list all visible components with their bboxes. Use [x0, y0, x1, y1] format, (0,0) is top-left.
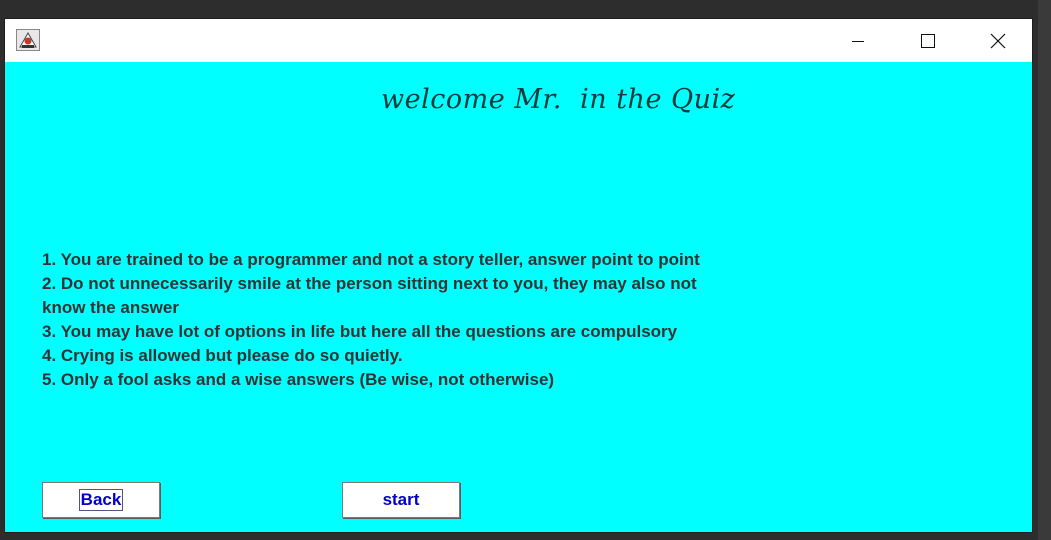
rule-item: 1. You are trained to be a programmer an…	[42, 250, 700, 269]
rule-item: 4. Crying is allowed but please do so qu…	[42, 346, 403, 365]
start-button[interactable]: start	[342, 482, 460, 518]
java-app-icon	[16, 29, 40, 51]
welcome-heading: welcome Mr. in the Quiz	[381, 84, 736, 115]
close-icon	[990, 33, 1006, 48]
rule-item: 3. You may have lot of options in life b…	[42, 322, 678, 341]
quiz-window: welcome Mr. in the Quiz 1. You are train…	[5, 19, 1032, 532]
start-button-label: start	[382, 490, 420, 509]
close-button[interactable]	[963, 19, 1033, 62]
desktop-background: welcome Mr. in the Quiz 1. You are train…	[0, 0, 1051, 540]
maximize-icon	[921, 33, 935, 48]
title-bar[interactable]	[5, 19, 1032, 62]
back-button-label: Back	[78, 489, 124, 511]
content-panel: welcome Mr. in the Quiz 1. You are train…	[5, 62, 1032, 532]
rule-item: 2. Do not unnecessarily smile at the per…	[42, 274, 697, 317]
back-button[interactable]: Back	[42, 482, 160, 518]
rules-list: 1. You are trained to be a programmer an…	[42, 248, 722, 392]
desktop-edge	[1038, 0, 1051, 540]
rule-item: 5. Only a fool asks and a wise answers (…	[42, 370, 555, 389]
minimize-icon	[852, 40, 864, 42]
minimize-button[interactable]	[823, 19, 893, 62]
maximize-button[interactable]	[893, 19, 963, 62]
